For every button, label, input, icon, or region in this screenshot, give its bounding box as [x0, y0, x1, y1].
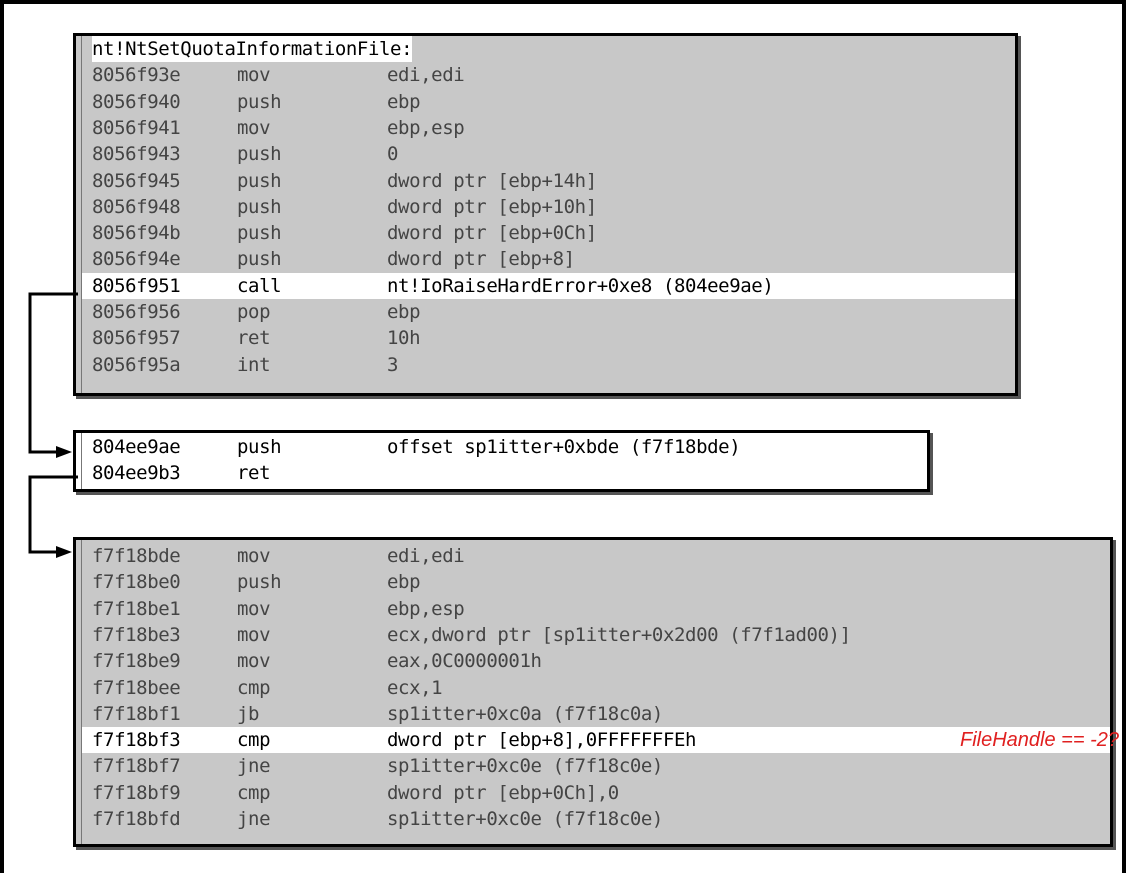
ret-arrow — [28, 475, 78, 558]
call-arrow — [28, 292, 78, 458]
flow-arrows — [28, 292, 78, 558]
